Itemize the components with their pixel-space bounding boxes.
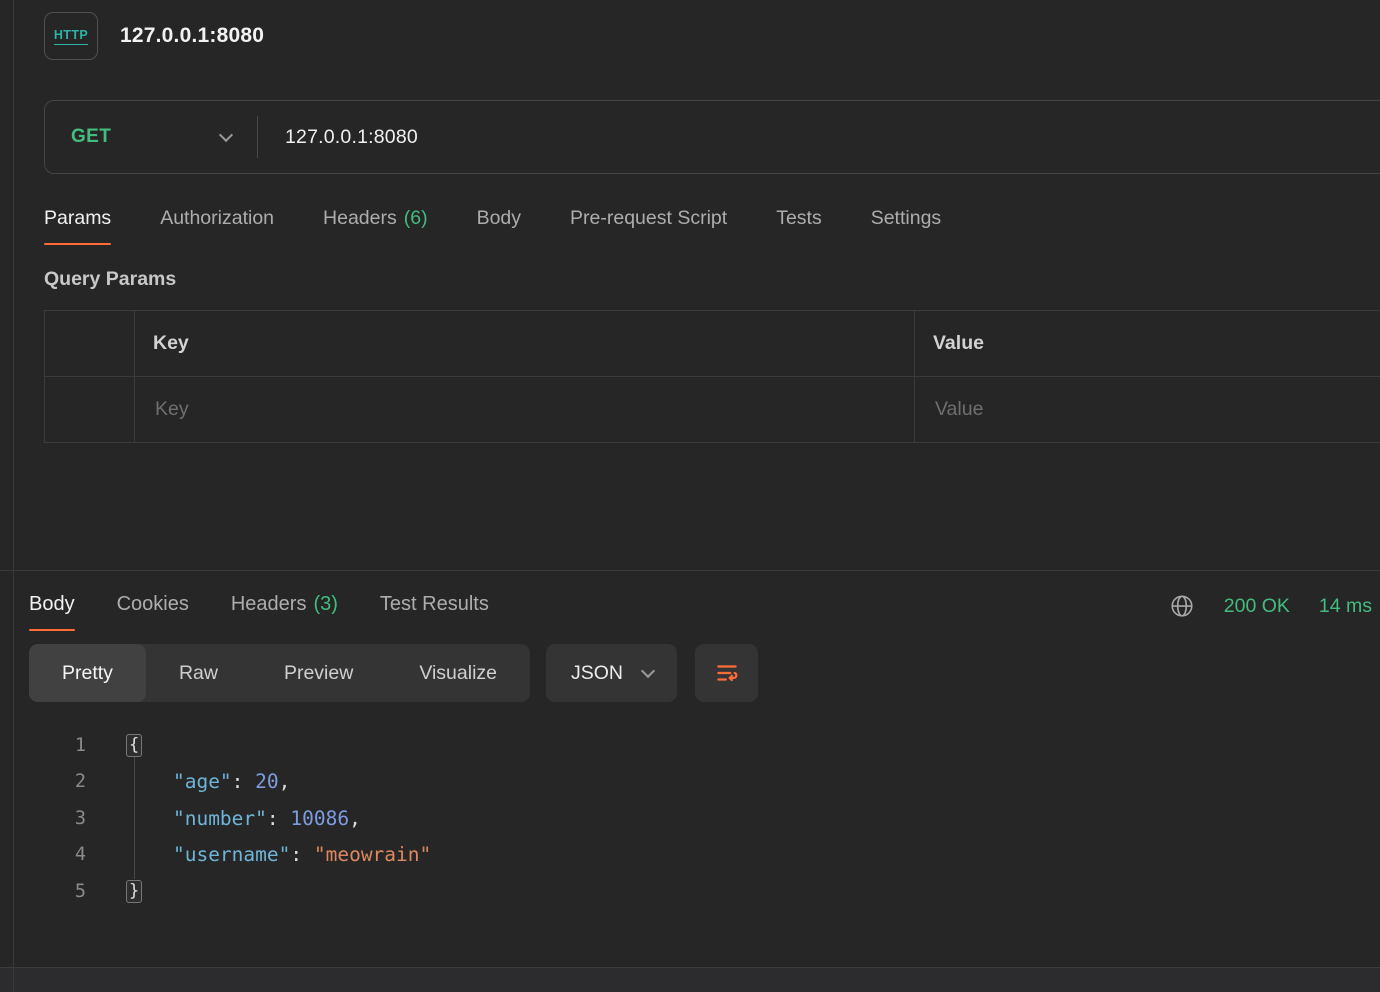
response-pane: Body Cookies Headers (3) Test Results [29, 571, 1380, 966]
query-params-table: Key Value [44, 310, 1380, 443]
indent-guide [134, 757, 135, 879]
view-tab-raw[interactable]: Raw [146, 644, 251, 702]
request-title: 127.0.0.1:8080 [120, 24, 264, 48]
tab-tests-label: Tests [776, 207, 822, 229]
tab-headers[interactable]: Headers (6) [323, 207, 428, 245]
tab-params-label: Params [44, 207, 111, 229]
request-pane: HTTP 127.0.0.1:8080 GET Params Authoriza… [0, 0, 1380, 443]
response-time-badge[interactable]: 14 ms [1319, 595, 1372, 618]
json-key: "number" [173, 807, 267, 830]
tab-authorization-label: Authorization [160, 207, 274, 229]
response-tab-test-results[interactable]: Test Results [380, 593, 489, 631]
footer-bar [0, 967, 1380, 992]
fold-toggle[interactable]: } [126, 880, 142, 903]
response-tab-cookies-label: Cookies [117, 593, 189, 615]
code-line: 5 } [29, 873, 1380, 910]
key-column-header: Key [135, 311, 915, 376]
tab-body-label: Body [477, 207, 521, 229]
line-number: 4 [29, 844, 86, 865]
response-tab-headers-label: Headers [231, 593, 307, 615]
request-header: HTTP 127.0.0.1:8080 [44, 10, 1380, 62]
view-tab-preview[interactable]: Preview [251, 644, 386, 702]
view-tab-pretty[interactable]: Pretty [29, 644, 146, 702]
fold-toggle[interactable]: { [126, 734, 142, 757]
response-view-bar: Pretty Raw Preview Visualize JSON [29, 644, 1380, 702]
view-mode-switcher: Pretty Raw Preview Visualize [29, 644, 530, 702]
wrap-lines-button[interactable] [695, 644, 758, 702]
checkbox-column-header [45, 311, 135, 376]
url-bar: GET [44, 100, 1380, 174]
tab-body[interactable]: Body [477, 207, 521, 245]
http-request-icon: HTTP [44, 12, 98, 60]
json-number-value: 10086 [290, 807, 349, 830]
line-number: 5 [29, 881, 86, 902]
status-badge[interactable]: 200 OK [1224, 595, 1290, 618]
code-line: 2 "age": 20, [29, 764, 1380, 801]
json-key: "username" [173, 843, 290, 866]
request-tabs: Params Authorization Headers (6) Body Pre… [44, 207, 1380, 245]
view-tab-visualize[interactable]: Visualize [386, 644, 530, 702]
panel-left-border [13, 0, 14, 992]
table-header-row: Key Value [45, 311, 1380, 377]
tab-settings[interactable]: Settings [871, 207, 941, 245]
key-input[interactable] [153, 397, 876, 422]
method-label: GET [71, 126, 111, 148]
response-tab-headers[interactable]: Headers (3) [231, 593, 338, 631]
url-input[interactable] [258, 126, 1380, 149]
tab-params[interactable]: Params [44, 207, 111, 245]
response-tabs: Body Cookies Headers (3) Test Results [29, 571, 1380, 631]
method-select[interactable]: GET [45, 126, 257, 148]
value-cell [915, 377, 1380, 442]
tab-tests[interactable]: Tests [776, 207, 822, 245]
response-tab-body-label: Body [29, 593, 75, 615]
response-tab-cookies[interactable]: Cookies [117, 593, 189, 631]
response-headers-count-badge: (3) [313, 593, 337, 615]
key-cell [135, 377, 915, 442]
tab-headers-label: Headers [323, 207, 397, 229]
json-number-value: 20 [255, 770, 278, 793]
response-tab-test-results-label: Test Results [380, 593, 489, 615]
tab-pre-request-script-label: Pre-request Script [570, 207, 727, 229]
line-number: 3 [29, 808, 86, 829]
wrap-lines-icon [714, 660, 740, 686]
code-line: 4 "username": "meowrain" [29, 837, 1380, 874]
line-number: 1 [29, 735, 86, 756]
tab-settings-label: Settings [871, 207, 941, 229]
code-line: 3 "number": 10086, [29, 800, 1380, 837]
headers-count-badge: (6) [404, 207, 428, 229]
value-column-header: Value [915, 311, 1380, 376]
json-string-value: "meowrain" [314, 843, 431, 866]
code-line: 1 { [29, 727, 1380, 764]
value-input[interactable] [933, 397, 1359, 422]
chevron-down-icon [219, 127, 233, 141]
json-key: "age" [173, 770, 232, 793]
chevron-down-icon [641, 663, 655, 677]
response-tab-body[interactable]: Body [29, 593, 75, 631]
http-icon-label: HTTP [54, 28, 88, 45]
query-params-heading: Query Params [44, 268, 1380, 291]
line-number: 2 [29, 771, 86, 792]
network-icon[interactable] [1169, 593, 1195, 619]
response-meta: 200 OK 14 ms [1169, 593, 1380, 619]
format-select[interactable]: JSON [546, 644, 677, 702]
tab-pre-request-script[interactable]: Pre-request Script [570, 207, 727, 245]
app-window: HTTP 127.0.0.1:8080 GET Params Authoriza… [0, 0, 1380, 992]
tab-authorization[interactable]: Authorization [160, 207, 274, 245]
response-body-editor: 1 { 2 "age": 20, 3 "number": 10086, 4 "u… [29, 727, 1380, 910]
response-tab-list: Body Cookies Headers (3) Test Results [29, 593, 489, 631]
format-select-label: JSON [571, 662, 623, 685]
checkbox-cell[interactable] [45, 377, 135, 442]
table-row [45, 377, 1380, 443]
